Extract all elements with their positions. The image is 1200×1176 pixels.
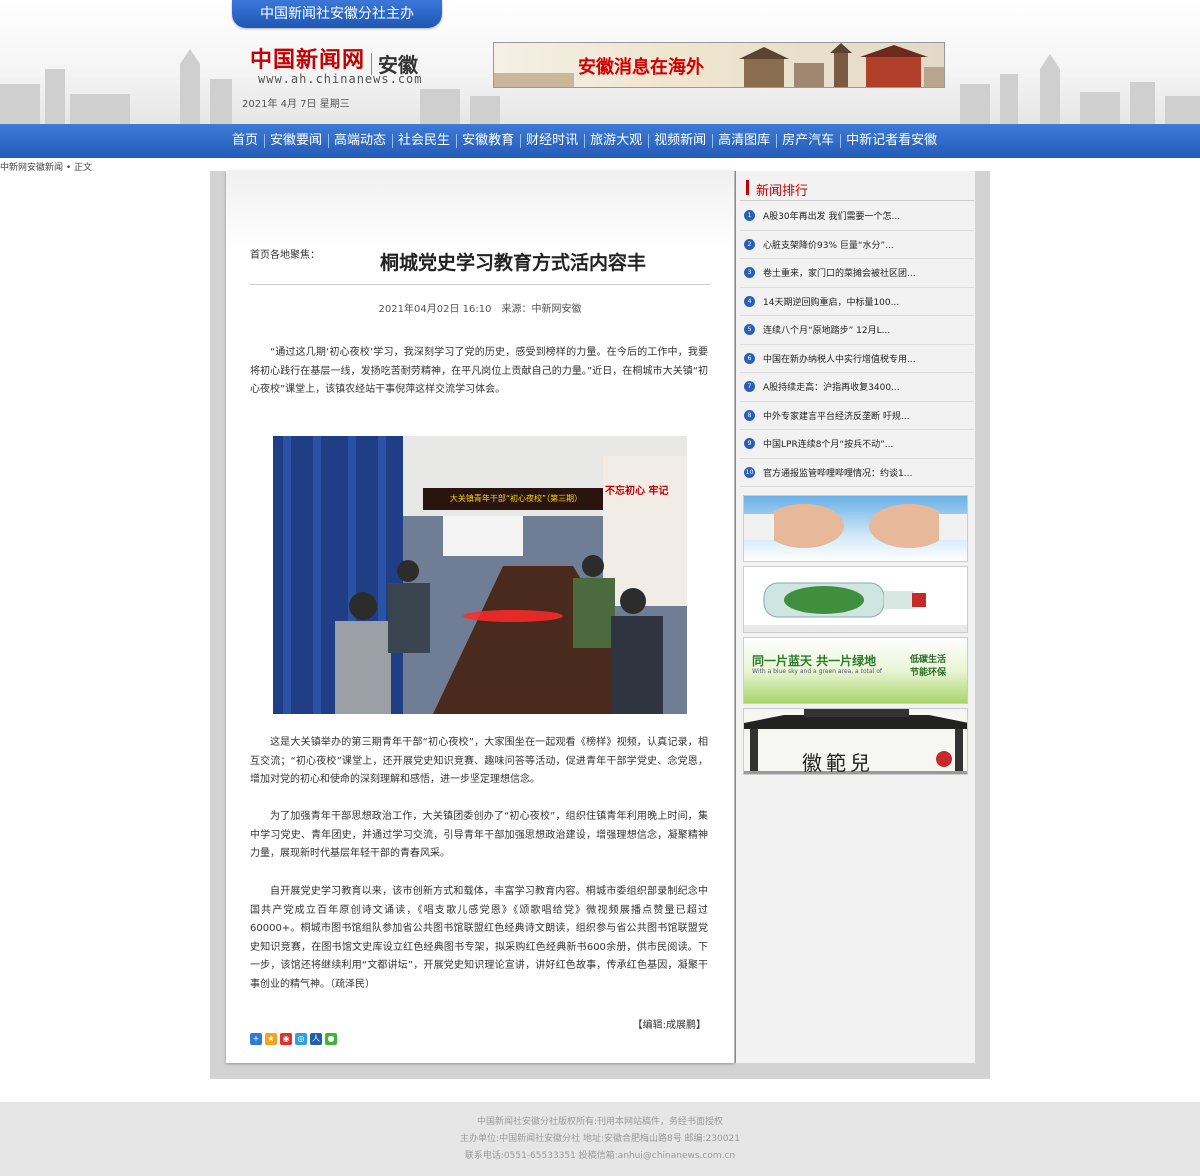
nav-item[interactable]: 房产汽车 bbox=[776, 124, 840, 158]
footer-contact: 联系电话:0551-65533351 投稿信箱:anhui@chinanews.… bbox=[464, 1151, 736, 1161]
rank-item[interactable]: 2 心脏支架降价93% 巨量“水分”... bbox=[740, 231, 974, 259]
renren-icon[interactable]: 人 bbox=[310, 1033, 322, 1045]
rank-number-badge: 8 bbox=[744, 409, 755, 421]
logo-main-text: 中国新闻网 bbox=[250, 47, 366, 73]
wechat-icon[interactable]: ● bbox=[325, 1033, 337, 1045]
main-nav: 首页 安徽要闻 高端动态 社会民生 安徽教育 财经时讯 旅游大观 视频新闻 高清图库 房产汽车 中新… bbox=[0, 124, 1200, 158]
rank-header: 新闻排行 bbox=[740, 175, 974, 201]
article-source: 来源：中新网安徽 bbox=[501, 304, 582, 315]
meeting-photo-illustration bbox=[273, 436, 687, 714]
share-bar: + ★ ◉ ◎ 人 ● bbox=[250, 1033, 337, 1045]
editor-credit: 【编辑:成展鹏】 bbox=[632, 1020, 706, 1031]
qzone-icon[interactable]: ★ bbox=[265, 1033, 277, 1045]
breadcrumb: 中新网安徽新闻 • 正文 bbox=[0, 163, 93, 173]
sidebar-ad-bottle[interactable] bbox=[743, 566, 968, 633]
rank-item[interactable]: 10 官方通报监管哔哩哔哩情况：约谈1... bbox=[740, 459, 974, 487]
rank-number-badge: 10 bbox=[744, 466, 755, 478]
rank-item[interactable]: 9 中国LPR连续8个月“按兵不动”... bbox=[740, 430, 974, 459]
rank-item-title[interactable]: 连续八个月“原地踏步” 12月L... bbox=[763, 323, 890, 336]
nav-item[interactable]: 首页 bbox=[226, 124, 264, 158]
nav-item[interactable]: 高清图库 bbox=[712, 124, 776, 158]
rank-header-bar bbox=[746, 180, 749, 195]
column-label[interactable]: 首页各地聚焦： bbox=[250, 246, 320, 261]
rank-item-title[interactable]: 14天期逆回购重启，中标量100... bbox=[763, 295, 899, 308]
share-plus-icon[interactable]: + bbox=[250, 1033, 262, 1045]
rank-title: 新闻排行 bbox=[756, 184, 809, 199]
rank-number-badge: 2 bbox=[744, 238, 755, 250]
current-date: 2021年 4月 7日 星期三 bbox=[242, 99, 350, 110]
nav-item[interactable]: 高端动态 bbox=[328, 124, 392, 158]
rank-item-title[interactable]: 卷土重来，家门口的菜摊会被社区团... bbox=[763, 266, 916, 279]
footer-copyright: 中国新闻社安徽分社版权所有:刊用本网站稿件，务经书面授权 bbox=[476, 1117, 724, 1127]
rank-number-badge: 6 bbox=[744, 352, 755, 364]
header-banner-ad[interactable]: 安徽消息在海外 bbox=[493, 42, 945, 88]
rank-item[interactable]: 4 14天期逆回购重启，中标量100... bbox=[740, 288, 974, 316]
bottle-earth-illustration bbox=[744, 582, 967, 632]
site-footer: 中国新闻社安徽分社版权所有:刊用本网站稿件，务经书面授权 主办单位:中国新闻社安… bbox=[0, 1102, 1200, 1176]
photo-wall-text: 不忘初心 牢记 bbox=[605, 486, 669, 497]
sidebar-ad-fists[interactable] bbox=[743, 495, 968, 562]
nav-list: 首页 安徽要闻 高端动态 社会民生 安徽教育 财经时讯 旅游大观 视频新闻 高清图库 房产汽车 中新… bbox=[226, 124, 943, 158]
rank-item-title[interactable]: 官方通报监管哔哩哔哩情况：约谈1... bbox=[763, 466, 912, 479]
site-header: 中国新闻社安徽分社主办 中国新闻网 安徽 www.ah.chinanews.com… bbox=[0, 0, 1200, 124]
sidebar-ad-huifaner[interactable]: 徽範兒 bbox=[743, 708, 968, 775]
nav-item[interactable]: 视频新闻 bbox=[648, 124, 712, 158]
article-paragraph: “通过这几期‘初心夜校’学习，我深刻学习了党的历史，感受到榜样的力量。在今后的工… bbox=[250, 347, 708, 395]
rank-number-badge: 3 bbox=[744, 267, 755, 279]
rank-number-badge: 5 bbox=[744, 324, 755, 336]
nav-item[interactable]: 安徽教育 bbox=[456, 124, 520, 158]
banner-text: 安徽消息在海外 bbox=[578, 57, 704, 78]
rank-item[interactable]: 7 A股持续走高：沪指再收复3400... bbox=[740, 373, 974, 402]
rank-item[interactable]: 8 中外专家建言平台经济反垄断 吁规... bbox=[740, 402, 974, 430]
article-paragraph: 这是大关镇举办的第三期青年干部“初心夜校”，大家围坐在一起观看《榜样》视频，认真… bbox=[250, 737, 708, 785]
rank-item-title[interactable]: A股30年再出发 我们需要一个怎... bbox=[763, 209, 900, 222]
weibo-icon[interactable]: ◉ bbox=[280, 1033, 292, 1045]
nav-item[interactable]: 旅游大观 bbox=[584, 124, 648, 158]
nav-item[interactable]: 安徽要闻 bbox=[264, 124, 328, 158]
article-photo[interactable]: 大关镇青年干部“初心夜校”（第三期） 不忘初心 牢记 bbox=[273, 436, 687, 714]
fists-illustration bbox=[744, 504, 967, 548]
green-ad-sub: With a blue sky and a green area, a tota… bbox=[752, 668, 883, 675]
green-ad-right1: 低碳生活 bbox=[910, 655, 947, 665]
article-datetime: 2021年04月02日 16:10 bbox=[378, 304, 492, 315]
nav-item[interactable]: 财经时讯 bbox=[520, 124, 584, 158]
rank-item-title[interactable]: 中国LPR连续8个月“按兵不动”... bbox=[763, 437, 893, 450]
rank-item[interactable]: 6 中国在新办纳税人中实行增值税专用... bbox=[740, 345, 974, 373]
photo-banner-text: 大关镇青年干部“初心夜校”（第三期） bbox=[449, 494, 583, 503]
rank-item-title[interactable]: 中外专家建言平台经济反垄断 吁规... bbox=[763, 409, 909, 422]
article-paragraph: 自开展党史学习教育以来，该市创新方式和载体，丰富学习教育内容。桐城市委组织部录制… bbox=[250, 886, 708, 990]
article-meta: 2021年04月02日 16:10 来源：中新网安徽 bbox=[250, 300, 710, 315]
site-url: www.ah.chinanews.com bbox=[258, 72, 423, 86]
rank-number-badge: 1 bbox=[744, 210, 755, 222]
rank-item-title[interactable]: 中国在新办纳税人中实行增值税专用... bbox=[763, 352, 916, 365]
title-divider bbox=[250, 284, 710, 285]
article-paragraph: 为了加强青年干部思想政治工作，大关镇团委创办了“初心夜校”，组织住镇青年利用晚上… bbox=[250, 811, 708, 859]
rank-item[interactable]: 1 A股30年再出发 我们需要一个怎... bbox=[740, 202, 974, 231]
rank-item[interactable]: 3 卷土重来，家门口的菜摊会被社区团... bbox=[740, 259, 974, 288]
green-ad-main: 同一片蓝天 共一片绿地 bbox=[752, 654, 877, 668]
rank-list: 1 A股30年再出发 我们需要一个怎... 2 心脏支架降价93% 巨量“水分”...… bbox=[740, 202, 974, 487]
host-tab: 中国新闻社安徽分社主办 bbox=[232, 0, 442, 28]
rank-number-badge: 7 bbox=[744, 381, 755, 393]
nav-item[interactable]: 社会民生 bbox=[392, 124, 456, 158]
banner-scenery bbox=[494, 43, 944, 87]
rank-item[interactable]: 5 连续八个月“原地踏步” 12月L... bbox=[740, 316, 974, 345]
sidebar-ad-green[interactable]: 同一片蓝天 共一片绿地 With a blue sky and a green … bbox=[743, 637, 968, 704]
footer-host-address: 主办单位:中国新闻社安徽分社 地址:安徽合肥梅山路8号 邮编:230021 bbox=[460, 1134, 740, 1144]
rank-number-badge: 4 bbox=[744, 295, 755, 307]
nav-item[interactable]: 中新记者看安徽 bbox=[840, 124, 943, 158]
article-title: 桐城党史学习教育方式活内容丰 bbox=[380, 252, 647, 274]
green-ad-right2: 节能环保 bbox=[910, 668, 947, 678]
rank-item-title[interactable]: A股持续走高：沪指再收复3400... bbox=[763, 380, 900, 393]
huifaner-text: 徽範兒 bbox=[802, 751, 874, 775]
tencent-weibo-icon[interactable]: ◎ bbox=[295, 1033, 307, 1045]
rank-number-badge: 9 bbox=[744, 438, 755, 450]
rank-item-title[interactable]: 心脏支架降价93% 巨量“水分”... bbox=[763, 238, 894, 251]
